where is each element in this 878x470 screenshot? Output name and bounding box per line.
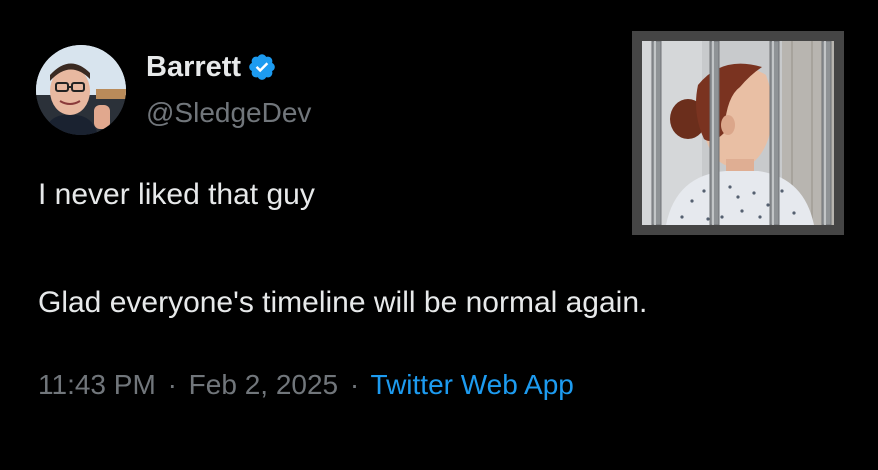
tweet-card: Barrett @SledgeDev I never liked that gu… [0,0,878,470]
author-name-row[interactable]: Barrett [146,50,277,84]
tweet-date[interactable]: Feb 2, 2025 [189,369,338,400]
author-avatar[interactable] [36,45,126,135]
jail-bars-photo [642,41,834,225]
tweet-meta: 11:43 PM · Feb 2, 2025 · Twitter Web App [38,368,574,402]
avatar-photo [36,45,126,135]
tweet-source-link[interactable]: Twitter Web App [371,369,574,400]
tweet-media-frame[interactable] [632,31,844,235]
tweet-text-line-1: I never liked that guy [38,178,315,211]
tweet-time[interactable]: 11:43 PM [38,369,156,400]
author-display-name[interactable]: Barrett [146,50,241,84]
tweet-text-line-2: Glad everyone's timeline will be normal … [38,286,648,319]
verified-badge-icon [249,54,275,80]
meta-separator: · [349,369,360,400]
author-handle[interactable]: @SledgeDev [146,96,311,130]
tweet-media-image[interactable] [642,41,834,225]
meta-separator: · [167,369,177,400]
